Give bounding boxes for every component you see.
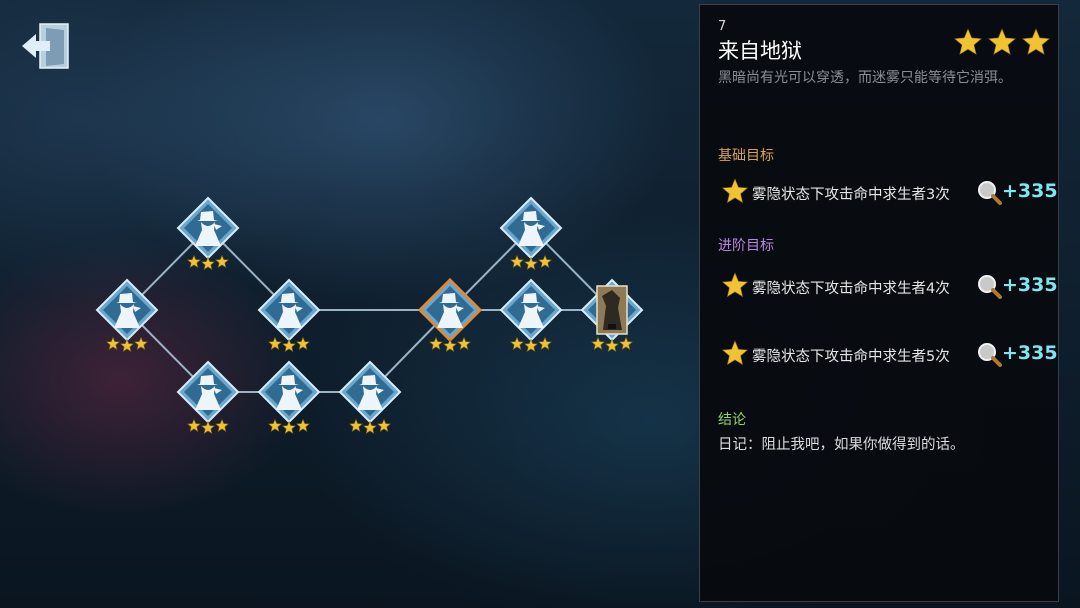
level-node[interactable] <box>257 278 321 352</box>
magnifier-clue-icon <box>978 275 1002 299</box>
level-node[interactable] <box>499 196 563 270</box>
star-icon <box>987 28 1017 55</box>
level-description: 黑暗尚有光可以穿透，而迷雾只能等待它消弭。 <box>718 70 1012 86</box>
node-star-rating <box>591 336 633 352</box>
goal-reward: +335 <box>1002 342 1058 364</box>
star-icon <box>215 418 229 432</box>
goal-reward: +335 <box>1002 180 1058 202</box>
goal-text: 雾隐状态下攻击命中求生者4次 <box>752 281 950 297</box>
map-nodes <box>95 196 644 434</box>
level-node[interactable] <box>499 278 563 352</box>
star-icon <box>268 418 282 432</box>
node-star-rating <box>429 336 471 352</box>
star-icon <box>187 254 201 268</box>
star-icon <box>377 418 391 432</box>
star-icon <box>296 418 310 432</box>
star-icon <box>524 338 538 352</box>
star-icon <box>538 254 552 268</box>
goal-row: 雾隐状态下攻击命中求生者5次 +335 <box>718 339 1058 371</box>
star-icon <box>538 336 552 350</box>
basic-goal-title: 基础目标 <box>718 148 774 164</box>
star-icon <box>201 420 215 434</box>
star-icon <box>1021 28 1051 55</box>
node-star-rating <box>106 336 148 352</box>
node-star-rating <box>510 254 552 270</box>
advanced-goal-title: 进阶目标 <box>718 238 774 254</box>
level-node[interactable] <box>176 360 240 434</box>
star-icon <box>721 178 749 204</box>
star-icon <box>721 340 749 366</box>
node-star-rating <box>187 254 229 270</box>
star-icon <box>510 336 524 350</box>
star-icon <box>282 420 296 434</box>
level-node[interactable] <box>580 278 644 352</box>
level-info-panel: 7 来自地狱 黑暗尚有光可以穿透，而迷雾只能等待它消弭。 基础目标 雾隐状态下攻… <box>699 4 1059 602</box>
goal-text: 雾隐状态下攻击命中求生者5次 <box>752 349 950 365</box>
star-icon <box>429 336 443 350</box>
star-icon <box>201 256 215 270</box>
level-number: 7 <box>718 19 727 34</box>
magnifier-clue-icon <box>978 343 1002 367</box>
star-icon <box>282 338 296 352</box>
magnifier-clue-icon <box>978 181 1002 205</box>
star-icon <box>215 254 229 268</box>
star-icon <box>721 272 749 298</box>
node-star-rating <box>510 336 552 352</box>
level-node[interactable] <box>176 196 240 270</box>
star-icon <box>619 336 633 350</box>
star-icon <box>120 338 134 352</box>
star-icon <box>106 336 120 350</box>
star-icon <box>187 418 201 432</box>
star-icon <box>591 336 605 350</box>
level-node[interactable] <box>95 278 159 352</box>
star-icon <box>134 336 148 350</box>
star-icon <box>443 338 457 352</box>
hunter-portrait-icon <box>596 285 628 335</box>
star-icon <box>349 418 363 432</box>
conclusion-title: 结论 <box>718 412 746 428</box>
star-icon <box>296 336 310 350</box>
node-star-rating <box>187 418 229 434</box>
level-map <box>95 196 644 434</box>
star-icon <box>524 256 538 270</box>
node-star-rating <box>349 418 391 434</box>
node-star-rating <box>268 418 310 434</box>
star-icon <box>268 336 282 350</box>
goal-reward: +335 <box>1002 274 1058 296</box>
star-icon <box>510 254 524 268</box>
conclusion-text: 日记：阻止我吧，如果你做得到的话。 <box>718 437 965 453</box>
node-star-rating <box>268 336 310 352</box>
star-icon <box>605 338 619 352</box>
level-node[interactable] <box>417 277 483 352</box>
star-icon <box>953 28 983 55</box>
star-icon <box>363 420 377 434</box>
level-title: 来自地狱 <box>718 39 802 63</box>
level-node[interactable] <box>338 360 402 434</box>
goal-text: 雾隐状态下攻击命中求生者3次 <box>752 187 950 203</box>
goal-row: 雾隐状态下攻击命中求生者3次 +335 <box>718 177 1058 209</box>
level-rating-stars <box>953 28 1051 55</box>
star-icon <box>457 336 471 350</box>
goal-row: 雾隐状态下攻击命中求生者4次 +335 <box>718 271 1058 303</box>
level-node[interactable] <box>257 360 321 434</box>
